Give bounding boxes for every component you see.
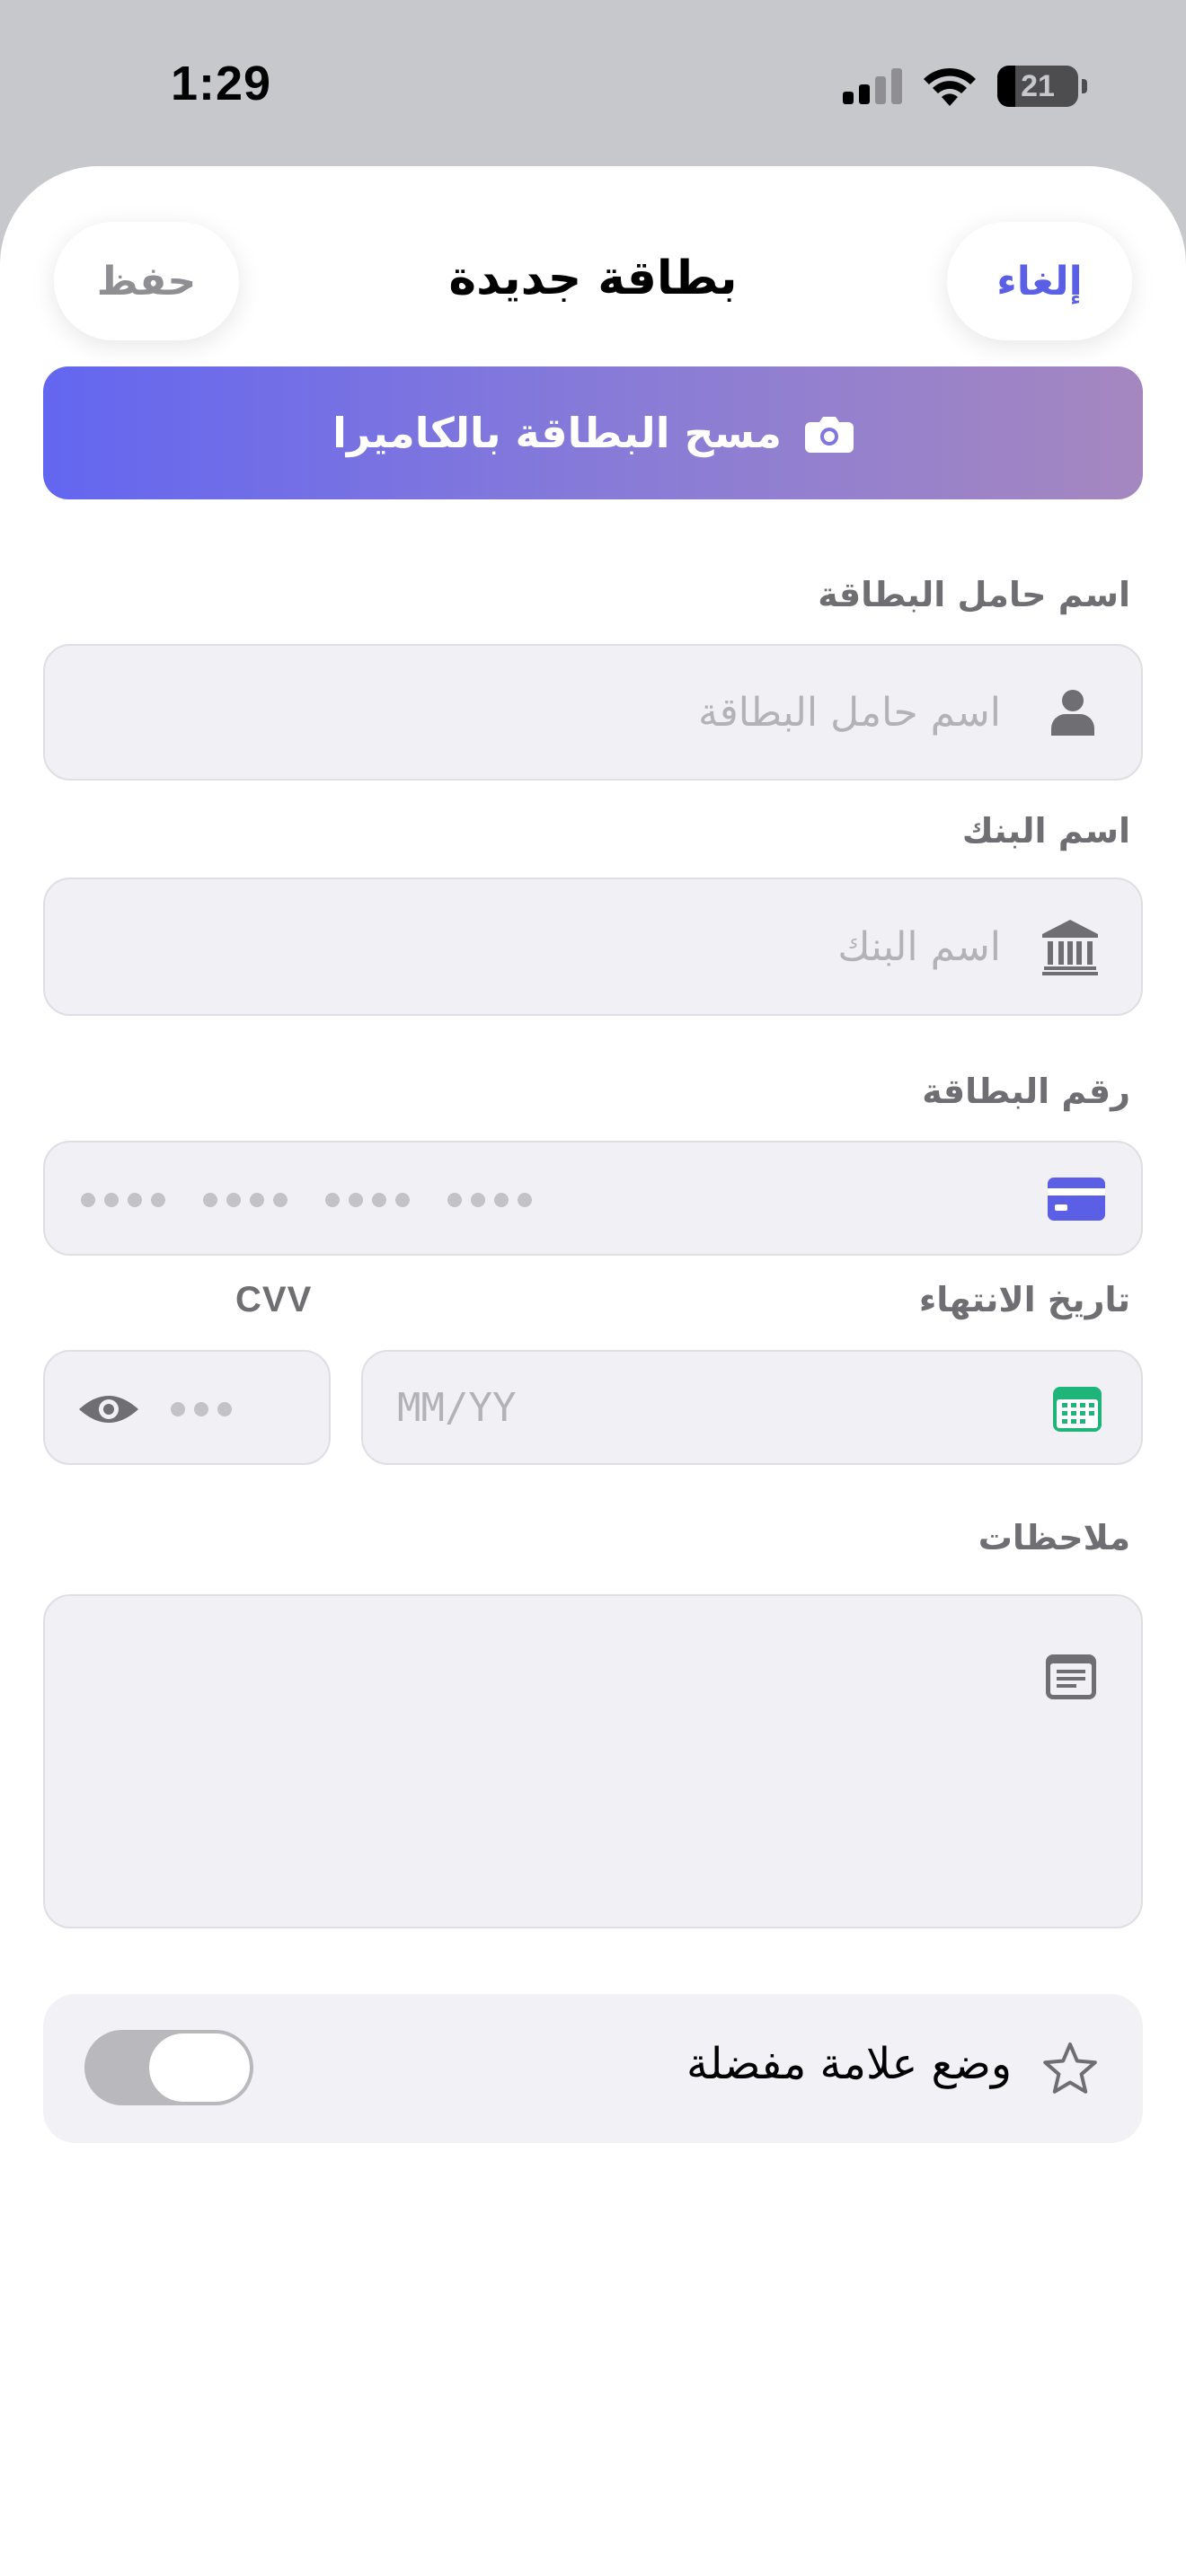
status-time: 1:29 xyxy=(171,57,272,110)
notes-icon xyxy=(1046,1654,1096,1700)
eye-icon[interactable] xyxy=(79,1391,138,1427)
card-number-mask xyxy=(81,1193,532,1207)
holder-name-field[interactable]: اسم حامل البطاقة xyxy=(43,644,1143,781)
cancel-button[interactable]: إلغاء xyxy=(947,222,1132,340)
bank-name-field[interactable]: اسم البنك xyxy=(43,878,1143,1016)
expiry-placeholder: MM/YY xyxy=(397,1384,517,1431)
calendar-icon xyxy=(1053,1386,1102,1433)
person-icon xyxy=(1048,687,1098,737)
camera-icon xyxy=(804,417,854,453)
battery-icon: 21 xyxy=(997,66,1087,107)
holder-name-placeholder: اسم حامل البطاقة xyxy=(698,689,1001,736)
bank-name-label: اسم البنك xyxy=(961,811,1130,851)
favorite-label: وضع علامة مفضلة xyxy=(686,2039,1012,2089)
new-card-sheet: حفظ بطاقة جديدة إلغاء مسح البطاقة بالكام… xyxy=(0,166,1186,2576)
cvv-field[interactable] xyxy=(43,1350,331,1465)
bank-icon xyxy=(1042,919,1098,976)
card-number-field[interactable] xyxy=(43,1141,1143,1256)
toggle-knob xyxy=(149,2033,250,2102)
favorite-toggle[interactable] xyxy=(84,2030,253,2105)
cvv-label: CVV xyxy=(235,1280,313,1319)
scan-card-button[interactable]: مسح البطاقة بالكاميرا xyxy=(43,366,1143,499)
favorite-row[interactable]: وضع علامة مفضلة xyxy=(43,1994,1143,2143)
holder-name-label: اسم حامل البطاقة xyxy=(818,575,1130,614)
expiry-label: تاريخ الانتهاء xyxy=(918,1280,1130,1319)
cvv-mask xyxy=(171,1402,232,1416)
scan-card-label: مسح البطاقة بالكاميرا xyxy=(332,409,782,457)
battery-level: 21 xyxy=(1021,68,1055,103)
bank-name-placeholder: اسم البنك xyxy=(837,923,1001,970)
card-number-label: رقم البطاقة xyxy=(922,1072,1130,1111)
wifi-icon xyxy=(924,67,976,106)
notes-textarea[interactable] xyxy=(43,1594,1143,1928)
notes-label: ملاحظات xyxy=(978,1518,1130,1557)
status-icons: 21 xyxy=(843,63,1087,110)
expiry-field[interactable]: MM/YY xyxy=(361,1350,1143,1465)
credit-card-icon xyxy=(1048,1177,1105,1222)
status-bar: 1:29 21 xyxy=(0,0,1186,171)
star-icon xyxy=(1042,2041,1098,2096)
cellular-signal-icon xyxy=(843,68,902,104)
